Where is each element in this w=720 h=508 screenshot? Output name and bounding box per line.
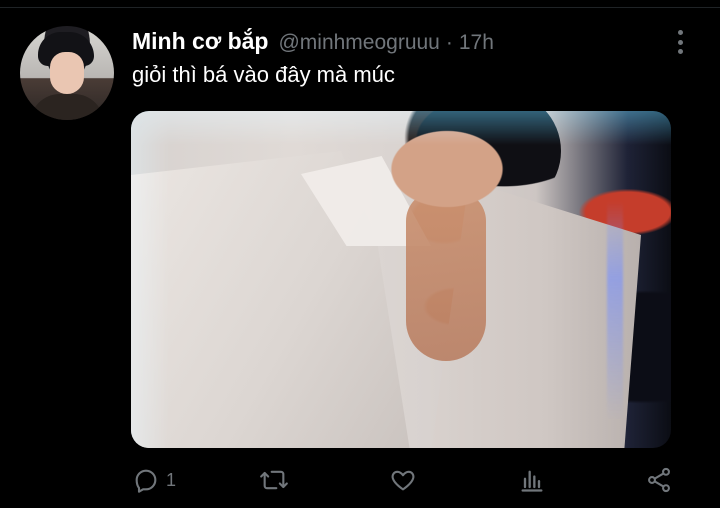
retweet-icon: [258, 466, 290, 494]
separator-dot: ·: [445, 31, 453, 54]
more-dot: [677, 39, 683, 45]
reply-button[interactable]: 1: [132, 460, 176, 500]
heart-icon: [388, 466, 418, 494]
more-dot: [677, 49, 683, 54]
avatar-body: [30, 94, 104, 120]
analytics-button[interactable]: [518, 460, 546, 500]
timestamp[interactable]: 17h: [459, 31, 494, 55]
reply-count: 1: [166, 469, 177, 490]
like-button[interactable]: [388, 460, 418, 500]
tweet-card[interactable]: Minh cơ bắp @minhmeogruuu · 17h giỏi thì…: [0, 0, 720, 508]
more-dot: [677, 30, 683, 35]
user-handle[interactable]: @minhmeogruuu: [278, 31, 439, 55]
media-overlay: [131, 111, 671, 448]
share-button[interactable]: [644, 460, 674, 500]
display-name[interactable]: Minh cơ bắp: [132, 28, 268, 55]
avatar-face: [50, 52, 84, 94]
retweet-button[interactable]: [258, 460, 290, 500]
tweet-media-image[interactable]: [131, 111, 671, 448]
reply-icon: [132, 466, 160, 494]
analytics-icon: [518, 466, 546, 494]
avatar[interactable]: [20, 26, 114, 120]
more-vertical-icon[interactable]: [672, 30, 688, 54]
divider: [0, 0, 720, 8]
action-bar: 1: [132, 460, 680, 500]
tweet-header: Minh cơ bắp @minhmeogruuu · 17h: [132, 28, 494, 58]
tweet-text: giỏi thì bá vào đây mà múc: [132, 62, 395, 87]
share-icon: [644, 466, 674, 494]
